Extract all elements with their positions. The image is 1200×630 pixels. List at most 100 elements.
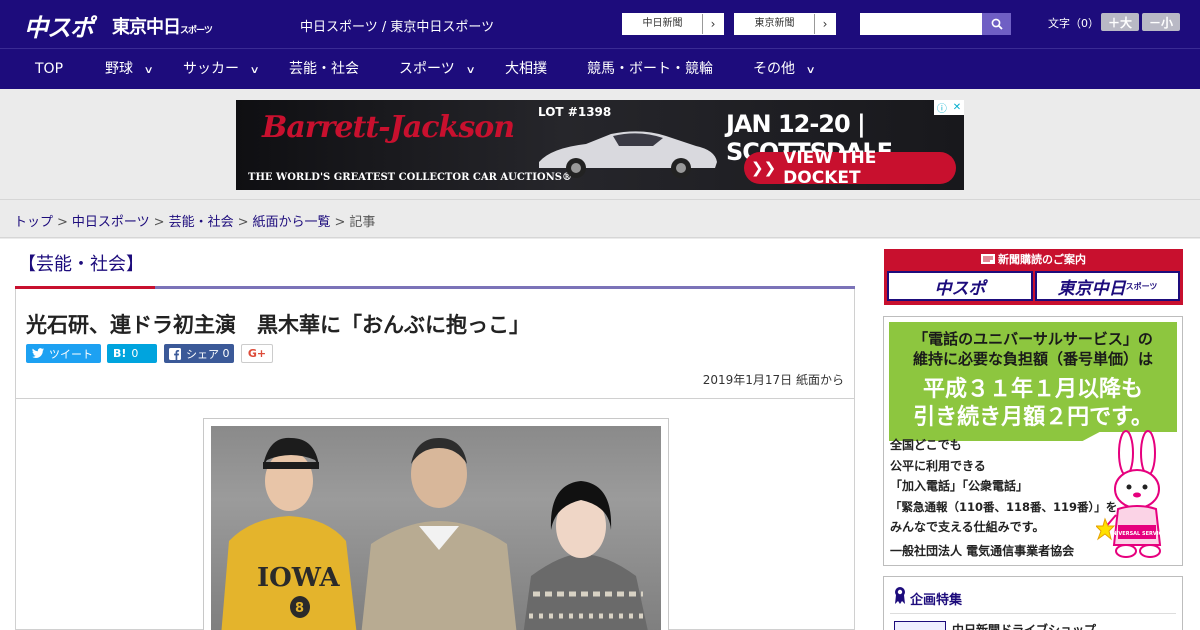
ad2-list-item: みんなで支える仕組みです。 [890,520,1045,534]
facebook-count: 0 [222,347,230,360]
facebook-icon [169,347,181,360]
nav-keiba[interactable]: 競馬・ボート・競輪 [587,49,713,89]
ad-choices[interactable]: ⓘ ✕ [934,100,964,115]
google-plus-button[interactable]: G+ [241,344,273,363]
hatena-icon: B! [113,347,127,360]
nav-sports[interactable]: スポーツ ∨ [399,49,476,89]
font-size-label: 文字（0） [1048,17,1099,30]
category-title: 【芸能・社会】 [18,254,144,275]
feature-thumbnail[interactable] [894,621,946,630]
main-nav: TOP 野球 ∨ サッカー ∨ 芸能・社会 スポーツ ∨ 大相撲 競馬・ボート・競輪 … [0,48,1200,89]
feature-divider [890,613,1176,614]
breadcrumb-bar: トップ > 中日スポーツ > 芸能・社会 > 紙面から一覧 > 記事 [0,199,1200,238]
article-photo-frame: IOWA 8 [203,418,669,630]
nav-label: TOP [35,61,64,77]
feature-item-link[interactable]: 中日新聞ドライブショップ [952,621,1096,630]
hoodie-text: IOWA [257,563,340,593]
chevron-down-icon: ∨ [465,65,476,76]
subscription-title-text: 新聞購読のご案内 [998,253,1086,266]
article-date: 2019年1月17日 [702,373,793,387]
font-smaller-button[interactable]: －小 [1142,13,1180,31]
search-input[interactable] [860,13,982,35]
ad-cta-button[interactable]: ❯❯ VIEW THE DOCKET [744,148,956,188]
breadcrumb: トップ > 中日スポーツ > 芸能・社会 > 紙面から一覧 > 記事 [14,211,375,230]
chevron-right-icon: › [822,17,828,31]
facebook-share-button[interactable]: シェア 0 [164,344,234,363]
subscribe-tokyo-button[interactable]: 東京中日 スポーツ [1035,271,1180,301]
chevron-down-icon: ∨ [805,65,816,76]
nav-label: 芸能・社会 [289,61,359,77]
breadcrumb-chunichi-sports[interactable]: 中日スポーツ [72,215,150,230]
breadcrumb-paper-list[interactable]: 紙面から一覧 [253,215,331,230]
site-header: 中スポ 東京中日スポーツ 中日スポーツ / 東京中日スポーツ 中日新聞 › 東京… [0,0,1200,48]
hatena-count: 0 [131,347,139,360]
subscribe-tokyo-sub: スポーツ [1125,281,1158,291]
breadcrumb-sep: > [57,215,68,230]
mascot-label: UNIVERSAL SERVICE [1108,531,1166,537]
chuspo-logo[interactable]: 中スポ [24,8,94,43]
tokyo-logo-sub: スポーツ [180,26,213,36]
ad2-list-item: 「加入電話」「公衆電話」 [890,479,1029,493]
facebook-label: シェア [186,347,219,361]
nav-top[interactable]: TOP [35,49,63,89]
breadcrumb-top[interactable]: トップ [14,215,53,230]
info-icon: ⓘ [936,104,947,115]
ad2-line1: 「電話のユニバーサルサービス」の [913,330,1153,348]
article-dateline: 2019年1月17日 紙面から [703,371,844,388]
tweet-button[interactable]: ツイート [26,344,101,363]
font-larger-button[interactable]: ＋大 [1101,13,1139,31]
breadcrumb-current: 記事 [349,215,376,230]
ad2-list-item: 公平に利用できる [890,458,986,473]
car-image [539,131,717,178]
tokyo-shimbun-link[interactable]: 東京新聞 › [734,13,836,35]
photo-people: IOWA 8 [221,437,648,630]
ribbon-icon [895,587,905,604]
subscribe-chuspo-label: 中スポ [934,278,986,299]
site-title: 中日スポーツ / 東京中日スポーツ [300,20,495,35]
article-photo[interactable]: IOWA 8 [211,426,661,630]
ad2-organization: 一般社団法人 電気通信事業者協会 [890,544,1075,558]
article-headline: 光石研、連ドラ初主演 黒木華に「おんぶに抱っこ」 [26,313,530,337]
nav-label: その他 [753,61,795,77]
hoodie-number: 8 [295,601,304,616]
breadcrumb-sep: > [334,215,346,230]
newspaper-icon [981,254,995,264]
nav-label: スポーツ [399,61,455,77]
ad-lot: LOT #1398 [538,105,612,119]
breadcrumb-sep: > [237,215,249,230]
hatena-button[interactable]: B! 0 [107,344,157,363]
ad-banner[interactable]: Barrett-Jackson THE WORLD'S GREATEST COL… [236,100,964,190]
nav-other[interactable]: その他 ∨ [753,49,816,89]
nav-label: 野球 [105,61,133,77]
breadcrumb-sep: > [153,215,165,230]
twitter-icon [32,348,44,358]
search-button[interactable] [982,13,1011,35]
ext-link-label: 東京新聞 [735,14,815,34]
subscription-title: 新聞購読のご案内 [884,251,1183,267]
chevron-down-icon: ∨ [249,65,260,76]
chunichi-shimbun-link[interactable]: 中日新聞 › [622,13,724,35]
subscribe-chuspo-button[interactable]: 中スポ [887,271,1033,301]
subscription-box: 新聞購読のご案内 中スポ 東京中日 スポーツ [884,249,1183,305]
nav-sumo[interactable]: 大相撲 [505,49,547,89]
search-icon [991,18,1003,30]
universal-service-ad[interactable]: 「電話のユニバーサルサービス」の 維持に必要な負担額（番号単価）は 平成３１年１… [883,316,1183,566]
double-chevron-icon: ❯❯ [751,159,777,177]
nav-label: 大相撲 [505,61,547,77]
tweet-label: ツイート [49,347,93,361]
ad2-list-item: 「緊急通報（110番、118番、119番）」を [890,499,1118,514]
ad-cta-label: VIEW THE DOCKET [783,148,877,188]
nav-entertainment[interactable]: 芸能・社会 [289,49,359,89]
nav-soccer[interactable]: サッカー ∨ [183,49,260,89]
nav-baseball[interactable]: 野球 ∨ [105,49,154,89]
ad-tagline: THE WORLD'S GREATEST COLLECTOR CAR AUCTI… [248,172,573,183]
breadcrumb-entertainment[interactable]: 芸能・社会 [169,215,234,230]
tokyo-chunichi-logo[interactable]: 東京中日スポーツ [112,13,213,39]
nav-label: サッカー [183,61,239,77]
ad-brand: Barrett-Jackson [262,110,515,145]
ad2-line4: 引き続き月額２円です。 [913,405,1153,430]
chevron-right-icon: › [710,17,716,31]
ext-link-label: 中日新聞 [623,14,703,34]
close-icon: ✕ [952,102,962,113]
article-box: 光石研、連ドラ初主演 黒木華に「おんぶに抱っこ」 ツイート B! 0 シェア 0… [15,289,855,630]
